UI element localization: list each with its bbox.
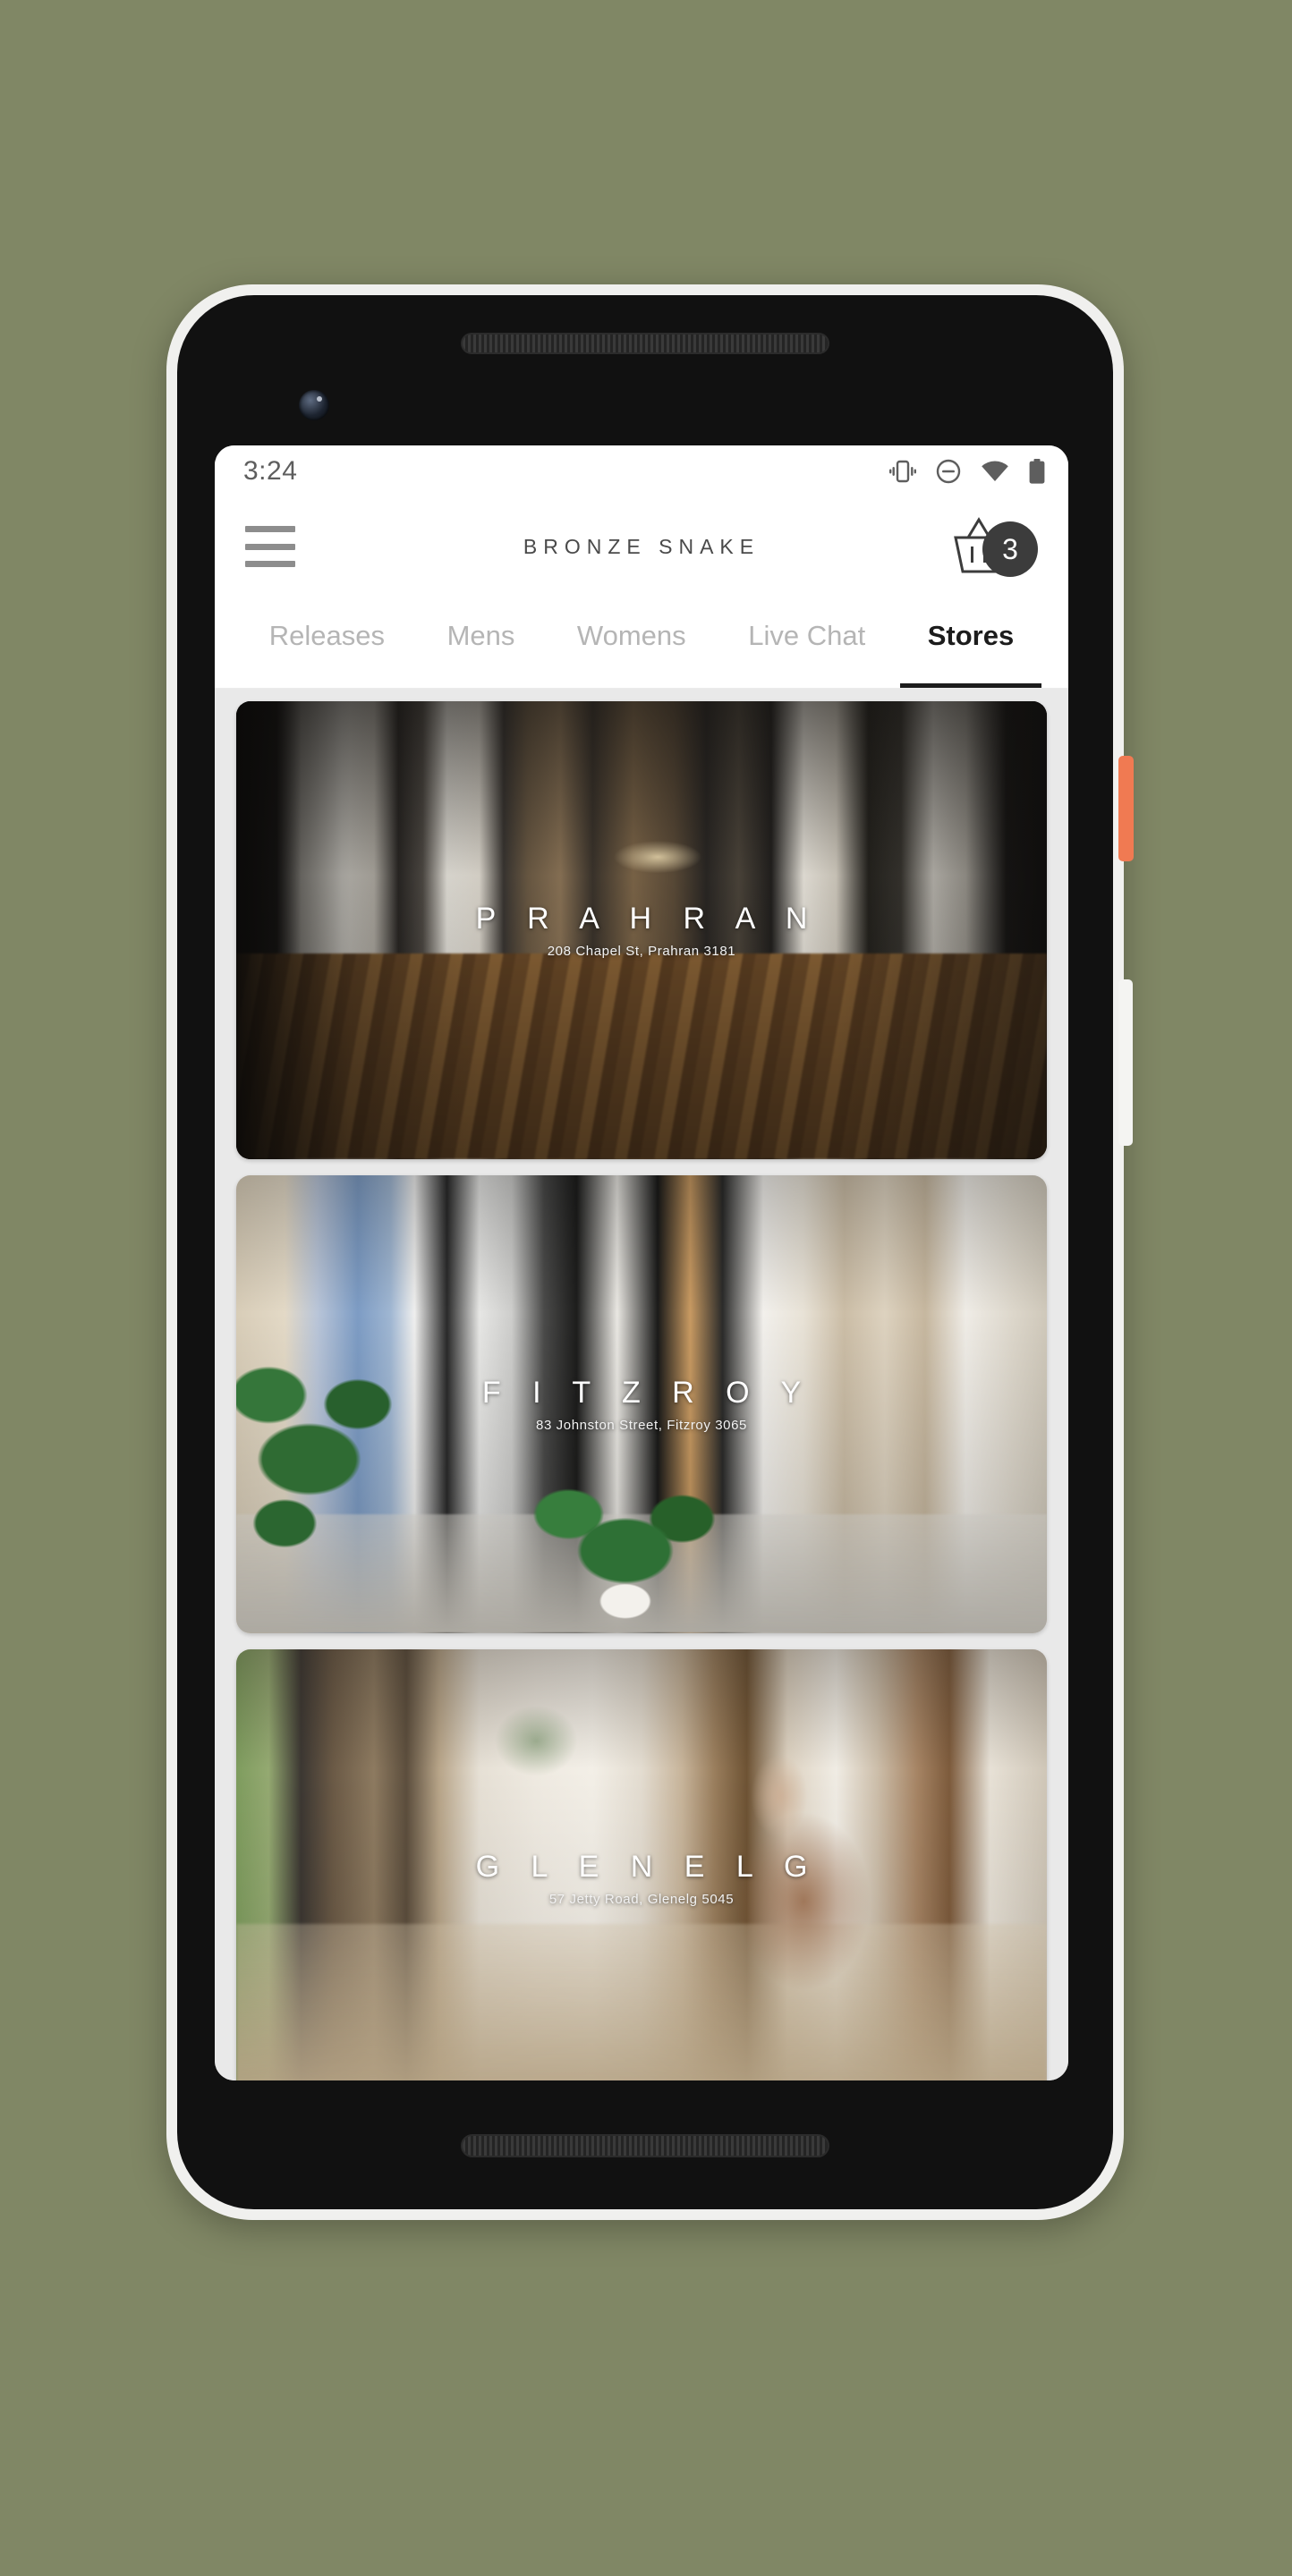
do-not-disturb-icon	[936, 459, 961, 484]
battery-icon	[1029, 459, 1045, 484]
tab-releases[interactable]: Releases	[238, 596, 416, 688]
tab-live-chat[interactable]: Live Chat	[717, 596, 897, 688]
store-address-fitzroy: 83 Johnston Street, Fitzroy 3065	[536, 1418, 747, 1433]
app-bar: BRONZE SNAKE 3	[215, 497, 1068, 596]
store-address-glenelg: 57 Jetty Road, Glenelg 5045	[548, 1892, 735, 1907]
bottom-speaker-grille	[461, 2134, 829, 2157]
menu-line-2	[245, 543, 295, 550]
status-bar-clock: 3:24	[243, 456, 298, 486]
store-overlay-fitzroy: F I T Z R O Y 83 Johnston Street, Fitzro…	[236, 1175, 1047, 1633]
menu-line-3	[245, 561, 295, 567]
store-overlay-glenelg: G L E N E L G 57 Jetty Road, Glenelg 504…	[236, 1649, 1047, 2080]
brand-title: BRONZE SNAKE	[523, 534, 761, 558]
store-name-prahran: P R A H R A N	[475, 902, 820, 936]
earpiece-speaker-grille	[461, 333, 829, 354]
cart-count-badge: 3	[982, 521, 1038, 577]
volume-button[interactable]	[1118, 979, 1133, 1146]
store-card-prahran[interactable]: P R A H R A N 208 Chapel St, Prahran 318…	[236, 701, 1047, 1159]
power-button[interactable]	[1118, 756, 1134, 861]
store-address-prahran: 208 Chapel St, Prahran 3181	[547, 944, 736, 959]
store-card-fitzroy[interactable]: F I T Z R O Y 83 Johnston Street, Fitzro…	[236, 1175, 1047, 1633]
tab-mens[interactable]: Mens	[416, 596, 546, 688]
store-name-glenelg: G L E N E L G	[475, 1850, 820, 1884]
hamburger-menu-icon[interactable]	[245, 526, 295, 567]
status-bar-icons	[889, 459, 1045, 484]
status-bar: 3:24	[215, 445, 1068, 497]
wifi-icon	[981, 460, 1009, 483]
cart-button[interactable]: 3	[948, 513, 1038, 580]
store-card-glenelg[interactable]: G L E N E L G 57 Jetty Road, Glenelg 504…	[236, 1649, 1047, 2080]
phone-body: 3:24 BRONZE SNAKE 3 Releases Mens Womens…	[177, 295, 1113, 2209]
phone-screen: 3:24 BRONZE SNAKE 3 Releases Mens Womens…	[215, 445, 1068, 2080]
tab-stores[interactable]: Stores	[897, 596, 1045, 688]
store-overlay-prahran: P R A H R A N 208 Chapel St, Prahran 318…	[236, 701, 1047, 1159]
vibrate-icon	[889, 460, 916, 483]
phone-frame: 3:24 BRONZE SNAKE 3 Releases Mens Womens…	[166, 284, 1124, 2220]
store-name-fitzroy: F I T Z R O Y	[481, 1376, 813, 1410]
front-camera-icon	[299, 390, 329, 420]
menu-line-1	[245, 526, 295, 532]
tab-womens[interactable]: Womens	[546, 596, 717, 688]
store-list[interactable]: P R A H R A N 208 Chapel St, Prahran 318…	[215, 689, 1068, 2080]
tab-bar: Releases Mens Womens Live Chat Stores	[215, 596, 1068, 689]
